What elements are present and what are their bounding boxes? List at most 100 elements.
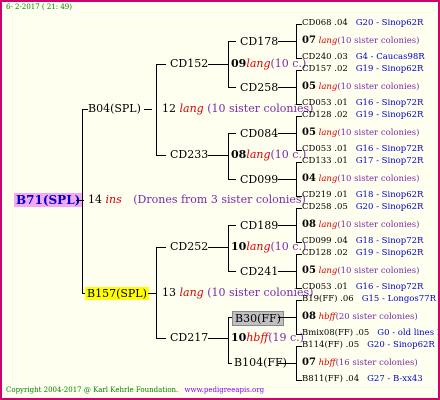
gen4-dam-name: CD219 .01 [302, 190, 348, 200]
gen4-dam-name: B811(FF) .04 [302, 374, 360, 384]
gen4-desc: (10 sister colonies) [337, 266, 420, 276]
gen3-colony[interactable]: B30(FF) [232, 311, 284, 326]
connector [278, 133, 296, 134]
connector [156, 155, 166, 156]
gen4-year: 04 [302, 173, 316, 184]
connector [228, 133, 229, 179]
gen4-year: 05 [302, 81, 316, 92]
root-year: 14 [88, 193, 102, 206]
connector [278, 271, 296, 272]
connector [156, 338, 166, 339]
gen2-colony[interactable]: CD252 [170, 241, 208, 252]
gen4-dam[interactable]: CD053 .01 G16 - Sinop72R [302, 145, 423, 154]
gen4-sire-name: CD133 .01 [302, 156, 348, 166]
gen2-colony[interactable]: CD217 [170, 332, 208, 343]
gen4-desc: (10 sister colonies) [337, 36, 420, 46]
connector [296, 208, 297, 242]
gen4-dam[interactable]: CD053 .01 G16 - Sinop72R [302, 283, 423, 292]
gen4-line: hbff [318, 358, 336, 368]
gen4-sire[interactable]: CD157 .02 G19 - Sinop62R [302, 65, 423, 74]
connector [296, 116, 297, 150]
gen4-dam-name: CD240 .03 [302, 52, 348, 62]
gen4-line: lang [318, 82, 338, 92]
gen2-colony[interactable]: CD233 [170, 149, 208, 160]
dam-info: 13 lang (10 sister colonies) [162, 286, 314, 299]
gen4-line: lang [318, 174, 338, 184]
gen4-dam-line: G18 - Sinop72R [355, 236, 424, 246]
gen4-year: 05 [302, 265, 316, 276]
gen4-line: hbff [318, 312, 336, 322]
gen4-mating-info: 04 lang(10 sister colonies) [302, 174, 419, 184]
connector [208, 155, 228, 156]
gen4-sire[interactable]: CD258 .05 G20 - Sinop62R [302, 203, 423, 212]
gen4-mating-info: 08 hbff(20 sister colonies) [302, 312, 418, 322]
footer-url[interactable]: www.pedigreeapis.org [185, 386, 265, 394]
gen4-dam-name: CD053 .01 [302, 144, 348, 154]
connector [296, 24, 297, 58]
connector [208, 247, 228, 248]
gen4-year: 08 [302, 219, 316, 230]
gen4-sire-line: G15 - Longos77R [361, 294, 436, 304]
gen4-sire-line: G20 - Sinop62R [367, 340, 435, 350]
gen4-dam[interactable]: B811(FF) .04 G27 - B-xx43 [302, 375, 423, 384]
connector [156, 64, 166, 65]
gen4-dam-line: G16 - Sinop72R [355, 144, 424, 154]
gen4-desc: (10 sister colonies) [337, 82, 420, 92]
gen3-colony[interactable]: CD099 [240, 174, 278, 185]
connector [208, 64, 228, 65]
gen3-colony[interactable]: CD189 [240, 220, 278, 231]
gen4-dam-name: CD053 .01 [302, 98, 348, 108]
gen4-sire[interactable]: B114(FF) .05 G20 - Sinop62R [302, 341, 435, 350]
connector [278, 87, 296, 88]
gen4-year: 08 [302, 311, 316, 322]
gen4-mating-info: 07 lang(10 sister colonies) [302, 36, 419, 46]
connector [228, 271, 236, 272]
gen4-dam[interactable]: CD099 .04 G18 - Sinop72R [302, 237, 423, 246]
connector [148, 293, 156, 294]
gen4-sire-name: CD258 .05 [302, 202, 348, 212]
gen3-colony[interactable]: CD241 [240, 266, 278, 277]
gen4-dam-line: G4 - Caucas98R [355, 52, 425, 62]
dam-colony[interactable]: B157(SPL) [85, 287, 149, 300]
gen4-dam[interactable]: CD240 .03 G4 - Caucas98R [302, 53, 425, 62]
gen4-sire[interactable]: B19(FF) .06 G15 - Longos77R [302, 295, 436, 304]
gen3-colony[interactable]: CD084 [240, 128, 278, 139]
gen4-line: lang [318, 266, 338, 276]
gen4-sire-line: G19 - Sinop62R [355, 64, 424, 74]
gen4-sire-name: CD157 .02 [302, 64, 348, 74]
gen2-colony[interactable]: CD152 [170, 58, 208, 69]
gen4-dam-name: CD099 .04 [302, 236, 348, 246]
gen4-mating-info: 08 lang(10 sister colonies) [302, 220, 419, 230]
connector [144, 109, 152, 110]
connector [228, 225, 229, 271]
gen2-info: 10lang(10 c.) [231, 240, 307, 253]
gen4-dam-line: G0 - old lines B [377, 328, 440, 338]
gen4-sire-name: B19(FF) .06 [302, 294, 354, 304]
gen4-dam[interactable]: CD219 .01 G18 - Sinop62R [302, 191, 423, 200]
gen4-sire[interactable]: CD068 .04 G20 - Sinop62R [302, 19, 423, 28]
gen4-dam[interactable]: Bmix08(FF) .05 G0 - old lines B [302, 328, 440, 338]
root-desc: (Drones from 3 sister colonies) [133, 193, 306, 206]
connector [296, 300, 297, 334]
gen4-desc: (10 sister colonies) [337, 128, 420, 138]
gen4-dam-line: G27 - B-xx43 [367, 374, 423, 384]
connector [156, 247, 166, 248]
sire-colony[interactable]: B04(SPL) [88, 103, 141, 114]
connector [278, 363, 296, 364]
gen3-colony[interactable]: CD178 [240, 36, 278, 47]
connector [82, 109, 83, 294]
connector [278, 41, 296, 42]
gen4-year: 07 [302, 35, 316, 46]
gen4-year: 07 [302, 357, 316, 368]
connector [278, 179, 296, 180]
gen4-mating-info: 05 lang(10 sister colonies) [302, 82, 419, 92]
gen4-dam[interactable]: CD053 .01 G16 - Sinop72R [302, 99, 423, 108]
root-colony[interactable]: B71(SPL) [14, 193, 83, 207]
gen3-colony[interactable]: CD258 [240, 82, 278, 93]
connector [228, 41, 236, 42]
gen4-sire[interactable]: CD133 .01 G17 - Sinop72R [302, 157, 423, 166]
connector [228, 363, 232, 364]
gen4-sire[interactable]: CD128 .02 G19 - Sinop62R [302, 249, 423, 258]
connector [208, 338, 228, 339]
gen4-sire[interactable]: CD128 .02 G19 - Sinop62R [302, 111, 423, 120]
